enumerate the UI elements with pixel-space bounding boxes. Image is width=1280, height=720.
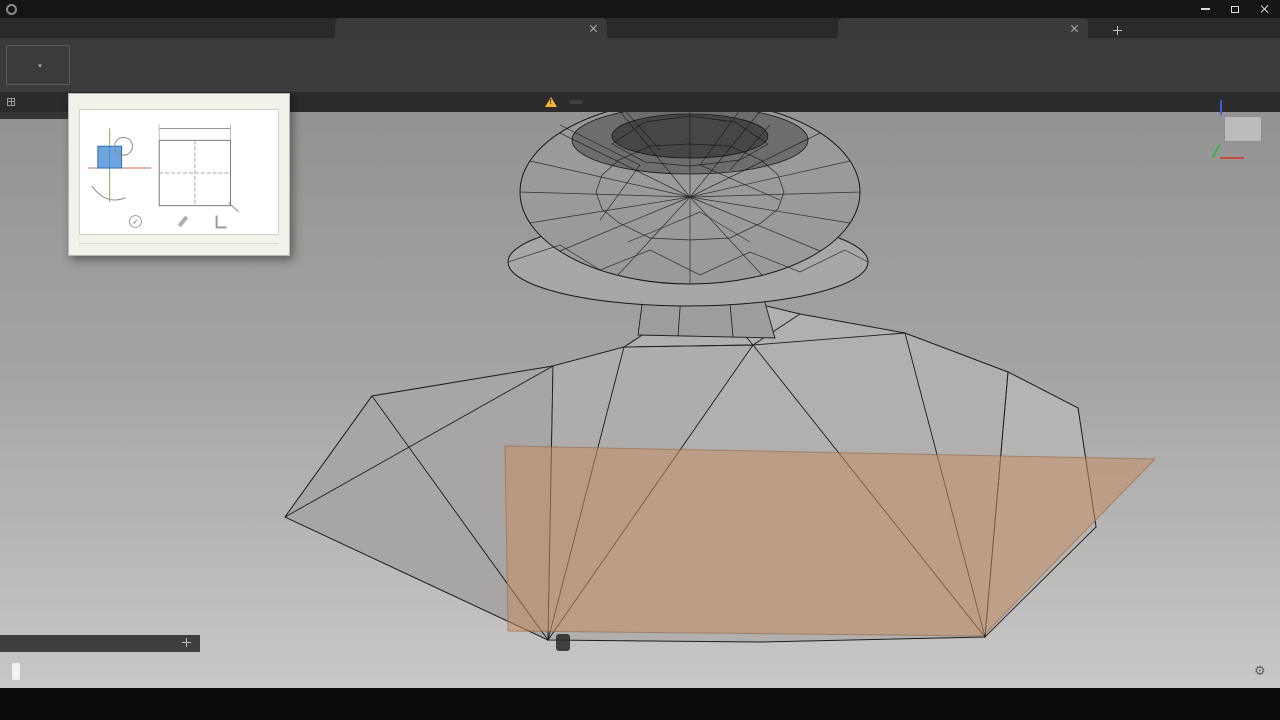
viewcube[interactable] bbox=[1210, 100, 1266, 164]
maximize-icon bbox=[1231, 5, 1239, 13]
ribbon-groups bbox=[76, 53, 1280, 92]
ribbon bbox=[0, 38, 1280, 92]
tooltip-illustration: ✓ bbox=[79, 109, 279, 235]
tooltip-footer bbox=[79, 243, 279, 249]
minimize-icon bbox=[1200, 8, 1210, 10]
plus-icon bbox=[182, 638, 191, 647]
ribbon-tabs bbox=[76, 38, 1280, 53]
warning-icon bbox=[545, 97, 557, 107]
add-comment-button[interactable] bbox=[182, 638, 191, 649]
tab-close-icon[interactable] bbox=[589, 24, 598, 33]
maximize-button[interactable] bbox=[1220, 0, 1250, 18]
quick-access-toolbar bbox=[2, 18, 10, 38]
chevron-down-icon bbox=[38, 60, 42, 71]
z-axis-line bbox=[1220, 100, 1222, 115]
titlebar bbox=[0, 0, 1280, 18]
window-controls bbox=[1190, 0, 1280, 18]
viewcube-front-face[interactable] bbox=[1224, 116, 1262, 142]
timeline-track[interactable] bbox=[12, 663, 20, 680]
navigation-bar bbox=[556, 634, 570, 651]
document-tab-untitled-3[interactable] bbox=[838, 18, 1088, 38]
unsaved-status bbox=[545, 92, 597, 112]
x-axis-line bbox=[1220, 157, 1244, 159]
minimize-button[interactable] bbox=[1190, 0, 1220, 18]
close-button[interactable] bbox=[1250, 0, 1280, 18]
fusion-app-icon bbox=[6, 3, 17, 15]
workspace-selector[interactable] bbox=[6, 45, 70, 85]
unsaved-message-chip bbox=[569, 100, 583, 104]
svg-text:✓: ✓ bbox=[132, 217, 139, 226]
create-sketch-tooltip: ✓ bbox=[68, 93, 290, 256]
comments-bar[interactable] bbox=[0, 635, 200, 652]
preferences-gear-icon[interactable] bbox=[1254, 663, 1266, 679]
timeline bbox=[0, 660, 240, 683]
windows-taskbar bbox=[0, 688, 1280, 720]
section-plane bbox=[504, 445, 1157, 637]
document-tab-untitled-2[interactable] bbox=[335, 18, 607, 38]
plus-icon bbox=[1113, 26, 1122, 35]
close-icon bbox=[1260, 4, 1270, 14]
tab-close-icon[interactable] bbox=[1070, 24, 1079, 33]
panel-grid-icon bbox=[7, 98, 15, 106]
document-tabbar bbox=[0, 18, 1280, 38]
